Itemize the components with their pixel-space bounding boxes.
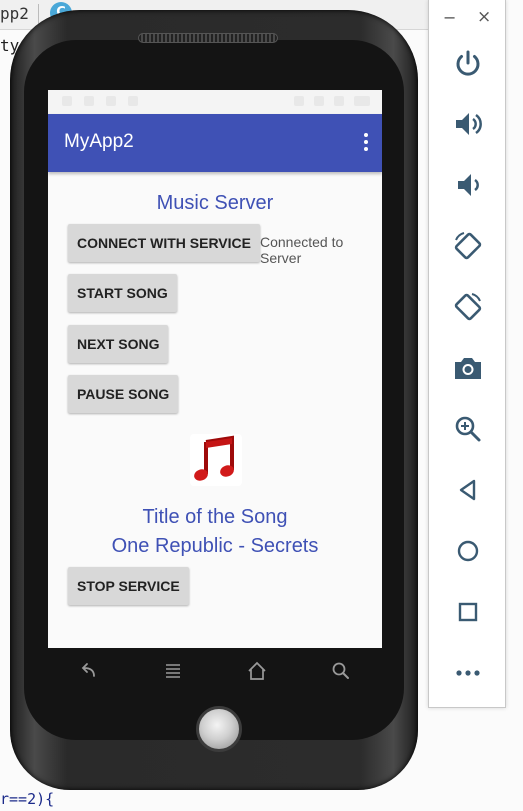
- battery-icon: [334, 96, 344, 106]
- status-icon: [62, 96, 72, 106]
- nav-home-icon: [248, 661, 266, 680]
- nav-menu-icon: [166, 664, 180, 678]
- rotate-left-icon: [454, 232, 482, 260]
- volume-up-button[interactable]: [446, 102, 490, 146]
- ide-code-bottom: r==2){: [0, 790, 55, 808]
- nav-search-icon: [332, 662, 349, 679]
- connection-status-text: Connected to Server: [260, 234, 344, 266]
- nav-back-icon: [81, 663, 95, 677]
- connect-with-service-button[interactable]: CONNECT WITH SERVICE: [68, 224, 260, 262]
- stop-service-button[interactable]: STOP SERVICE: [68, 567, 189, 605]
- power-icon: [456, 50, 480, 76]
- back-button[interactable]: [446, 468, 490, 512]
- volume-down-button[interactable]: [446, 163, 490, 207]
- pause-song-button[interactable]: PAUSE SONG: [68, 375, 179, 413]
- ide-tab-label[interactable]: pp2: [0, 4, 29, 23]
- zoom-button[interactable]: [446, 407, 490, 451]
- status-bar: [48, 90, 382, 114]
- app-bar: MyApp2: [48, 114, 382, 172]
- zoom-icon: [455, 416, 481, 442]
- phone-screen: MyApp2 Music Server CONNECT WITH SERVICE…: [48, 90, 382, 648]
- status-icon: [128, 96, 138, 106]
- rotate-right-icon: [454, 293, 482, 321]
- toolbar-window-controls: − ×: [429, 7, 507, 30]
- song-title-label: Title of the Song: [142, 506, 288, 528]
- song-name: One Republic - Secrets: [111, 535, 319, 557]
- nav-search-button[interactable]: [330, 660, 352, 682]
- nav-home-button[interactable]: [246, 660, 268, 682]
- volume-up-icon: [456, 113, 482, 135]
- camera-icon: [455, 358, 481, 379]
- rotate-right-button[interactable]: [446, 285, 490, 329]
- back-icon: [459, 479, 476, 501]
- signal-icon: [314, 96, 324, 106]
- more-icon: [456, 670, 480, 676]
- overview-icon: [458, 602, 478, 622]
- home-icon: [457, 540, 479, 562]
- volume-down-icon: [458, 174, 479, 196]
- next-song-button[interactable]: NEXT SONG: [68, 325, 169, 363]
- nav-back-button[interactable]: [78, 660, 100, 682]
- nav-menu-button[interactable]: [162, 660, 184, 682]
- screenshot-button[interactable]: [446, 346, 490, 390]
- status-icons: [58, 96, 372, 108]
- power-button[interactable]: [446, 42, 490, 86]
- status-icon: [106, 96, 116, 106]
- start-song-button[interactable]: START SONG: [68, 274, 177, 312]
- clock: [354, 96, 370, 106]
- more-button[interactable]: [446, 651, 490, 695]
- overview-button[interactable]: [446, 590, 490, 634]
- wifi-icon: [294, 96, 304, 106]
- home-button[interactable]: [446, 529, 490, 573]
- music-server-heading: Music Server: [156, 192, 274, 214]
- status-icon: [84, 96, 94, 106]
- overflow-menu-icon[interactable]: [362, 133, 370, 153]
- rotate-left-button[interactable]: [446, 224, 490, 268]
- phone-speaker: [138, 33, 278, 43]
- music-note-icon: [190, 434, 242, 486]
- emulator-toolbar: − ×: [428, 0, 506, 708]
- minimize-button[interactable]: −: [443, 8, 456, 27]
- android-navigation-bar: [48, 648, 382, 694]
- app-title: MyApp2: [64, 131, 134, 152]
- trackball[interactable]: [196, 706, 242, 752]
- close-button[interactable]: ×: [477, 7, 491, 27]
